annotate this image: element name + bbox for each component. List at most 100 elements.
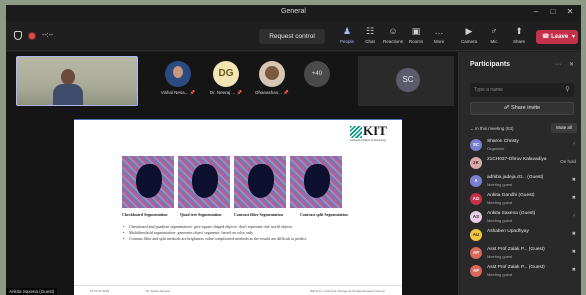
participant-role: Organizer [487, 146, 505, 151]
more-button[interactable]: … More [428, 26, 450, 44]
search-icon[interactable]: ⚲ [565, 85, 570, 93]
panel-title: Participants [470, 61, 511, 68]
avatar: A [470, 175, 482, 187]
participants-panel: Participants ⋯ ✕ ⚲ ☍ Share invite ⌄ In t… [458, 52, 581, 295]
rooms-icon: ▣ [411, 26, 421, 36]
avatar: AG [470, 193, 482, 205]
app-window: General – □ ✕ --:-- Request control ♟ Pe… [6, 5, 581, 295]
section-header[interactable]: ⌄ In this meeting (53) [470, 126, 514, 132]
shield-icon [14, 31, 22, 40]
window-title: General [281, 8, 306, 15]
avatar [165, 61, 191, 87]
avatar: 2K [470, 157, 482, 169]
participant-row[interactable]: 2K 21CH037-Dhruv Kalavadiya On hold [470, 156, 578, 172]
participant-row[interactable]: AU Ashaben Upadhyay ✖ [470, 228, 578, 244]
more-attendees-button[interactable]: +40 [304, 61, 330, 87]
segmentation-image [178, 156, 230, 208]
minimize-icon[interactable]: – [529, 7, 543, 16]
participant-name: Ankita Gandhi (Guest) [487, 193, 535, 198]
share-label: Share [512, 39, 525, 44]
participant-name: Asst Prof Zalak P... (Guest) [487, 247, 545, 252]
share-icon: ⬆ [515, 26, 523, 36]
attendee-tile[interactable]: Vishal Nesa... 📌 [158, 61, 198, 96]
participant-role: Meeting guest [487, 182, 513, 187]
participant-row[interactable]: AP Asst Prof Zalak P... (Guest) Meeting gu… [470, 246, 578, 262]
attendee-name: Vishal Nesa... 📌 [160, 90, 196, 95]
participant-name: Sharon Christy [487, 139, 519, 144]
participant-name: Asst Prof Zalak P... (Guest) [487, 265, 545, 270]
share-invite-icon: ☍ [503, 105, 512, 111]
reactions-label: Reactions [382, 39, 403, 44]
attendee-name: Dr. Neeraj ... 📌 [209, 90, 243, 95]
shared-screen: KIT Karlsruhe Institute of Technology Ch… [74, 119, 402, 295]
on-hold-status: On hold [560, 159, 576, 164]
participant-role: Meeting guest [487, 200, 513, 205]
request-control-button[interactable]: Request control [259, 29, 325, 44]
pin-icon: 📌 [283, 90, 289, 95]
avatar: AP [470, 247, 482, 259]
people-button[interactable]: ♟ People [336, 26, 358, 44]
camera-icon: ▶ [465, 26, 473, 36]
chat-icon: ☷ [365, 26, 375, 36]
close-icon[interactable]: ✕ [563, 7, 577, 16]
participant-role: Meeting guest [487, 218, 513, 223]
reactions-button[interactable]: ☺ Reactions [382, 26, 404, 44]
avatar [259, 61, 285, 87]
slide-institute: IMK-IFU / Land Use Change & Climate Rese… [310, 289, 385, 293]
title-bar: General – □ ✕ [6, 5, 581, 21]
participant-body [53, 84, 83, 105]
sc-video-tile[interactable]: SC [358, 56, 454, 106]
mute-all-button[interactable]: Mute all [551, 123, 577, 133]
participant-row[interactable]: AP Asst Prof Zalak P... (Guest) Meeting gu… [470, 264, 578, 280]
participant-row[interactable]: SC Sharon Christy Organizer ♂ [470, 138, 578, 154]
mic-button[interactable]: ♂ Mic [483, 26, 505, 44]
self-video-tile[interactable] [16, 56, 138, 106]
participant-row[interactable]: Aadhiba.jadeja.ctt... (Guest) Meeting gue… [470, 174, 578, 190]
search-input[interactable] [474, 85, 554, 95]
segmentation-label: Quad tree Segmentation [180, 212, 222, 217]
kit-logo: KIT Karlsruhe Institute of Technology [350, 123, 387, 142]
mic-icon: ♂ [572, 141, 576, 147]
rooms-button[interactable]: ▣ Rooms [405, 26, 427, 44]
participant-name: Ankita Saxena (Guest) [487, 211, 536, 216]
participant-role: Meeting guest [487, 254, 513, 259]
mic-off-icon: ✖ [571, 177, 576, 183]
segmentation-image [122, 156, 174, 208]
rooms-label: Rooms [408, 39, 424, 44]
segmentation-image [290, 156, 342, 208]
close-icon[interactable]: ✕ [569, 61, 574, 68]
mic-off-icon: ✖ [571, 195, 576, 201]
leave-button[interactable]: ☎ Leave ▾ [536, 30, 578, 44]
participant-row[interactable]: AG Ankita Gandhi (Guest) Meeting guest ✖ [470, 192, 578, 208]
participant-name: 21CH037-Dhruv Kalavadiya [487, 157, 547, 162]
attendee-name: Dhanashas... 📌 [255, 90, 289, 95]
avatar: AU [470, 229, 482, 241]
mic-label: Mic [490, 39, 498, 44]
share-button[interactable]: ⬆ Share [508, 26, 530, 44]
participant-head [61, 69, 75, 85]
slide-footer: 15 21.07.2022 Dr. Ankita Saxena IMK-IFU … [74, 285, 402, 295]
slide-author: Dr. Ankita Saxena [146, 289, 170, 293]
chevron-down-icon[interactable]: ▾ [572, 30, 575, 44]
share-invite-button[interactable]: ☍ Share invite [470, 102, 574, 115]
attendee-tile[interactable]: Dhanashas... 📌 [252, 61, 292, 96]
chat-label: Chat [365, 39, 375, 44]
mic-icon: ♂ [490, 26, 498, 36]
participant-row[interactable]: AS Ankita Saxena (Guest) Meeting guest ♂ [470, 210, 578, 226]
chat-button[interactable]: ☷ Chat [359, 26, 381, 44]
mic-off-icon: ✖ [571, 249, 576, 255]
avatar: SC [396, 68, 420, 92]
avatar: AP [470, 265, 482, 277]
more-options-icon[interactable]: ⋯ [555, 61, 561, 68]
avatar: DG [213, 61, 239, 87]
mic-off-icon: ✖ [571, 231, 576, 237]
pin-icon: 📌 [236, 90, 243, 95]
attendee-tile[interactable]: DG Dr. Neeraj ... 📌 [206, 61, 246, 96]
avatar: SC [470, 139, 482, 151]
camera-button[interactable]: ▶ Camera [458, 26, 480, 44]
maximize-icon[interactable]: □ [546, 7, 560, 16]
reactions-icon: ☺ [388, 26, 398, 36]
avatar: AS [470, 211, 482, 223]
pin-icon: 📌 [189, 90, 196, 95]
camera-label: Camera [460, 39, 477, 44]
